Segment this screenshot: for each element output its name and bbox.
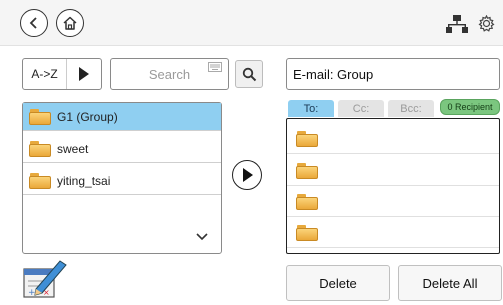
gear-icon [478, 14, 495, 32]
delete-button[interactable]: Delete [286, 265, 390, 301]
edit-group-button[interactable]: + × [22, 255, 68, 301]
folder-icon [29, 172, 51, 189]
search-button[interactable] [235, 60, 263, 88]
group-item-label: sweet [57, 141, 89, 156]
search-placeholder: Search [148, 66, 191, 82]
network-icon [446, 15, 468, 33]
svg-text:+: + [28, 288, 36, 298]
edit-pencil-icon: + × [23, 260, 67, 298]
folder-icon [29, 140, 51, 157]
sort-toggle-button[interactable]: A->Z [22, 58, 102, 90]
folder-icon [296, 130, 318, 147]
home-button[interactable] [56, 9, 84, 37]
folder-icon [29, 108, 51, 125]
network-button[interactable] [446, 15, 468, 38]
folder-icon [296, 224, 318, 241]
settings-button[interactable] [478, 14, 495, 37]
tab-cc[interactable]: Cc: [338, 100, 384, 117]
email-subject-field[interactable]: E-mail: Group [286, 58, 500, 90]
play-arrow-icon [243, 168, 253, 182]
sort-label: A->Z [23, 59, 67, 89]
group-item-label: G1 (Group) [57, 109, 118, 124]
back-button[interactable] [20, 9, 48, 37]
group-list[interactable]: G1 (Group) sweet yiting_tsai [22, 102, 222, 254]
delete-all-button[interactable]: Delete All [398, 265, 502, 301]
search-input[interactable]: Search [110, 58, 229, 90]
back-circle-icon [29, 17, 37, 29]
group-item-g1[interactable]: G1 (Group) [23, 103, 221, 131]
add-recipient-button[interactable] [232, 160, 262, 190]
chevron-down-icon[interactable] [196, 233, 208, 241]
group-item-yiting-tsai[interactable]: yiting_tsai [23, 167, 221, 195]
home-icon [63, 16, 77, 30]
recipient-count-badge: 0 Recipient [440, 99, 500, 115]
tab-bcc[interactable]: Bcc: [388, 100, 434, 117]
folder-icon [296, 193, 318, 210]
recipient-row[interactable] [287, 218, 499, 248]
sort-arrow-icon [67, 59, 101, 89]
search-icon [242, 67, 256, 81]
tab-to[interactable]: To: [288, 100, 334, 117]
keyboard-icon [208, 62, 222, 72]
recipient-list[interactable] [286, 118, 500, 254]
group-item-sweet[interactable]: sweet [23, 135, 221, 163]
group-item-label: yiting_tsai [57, 173, 111, 188]
recipient-row[interactable] [287, 187, 499, 217]
folder-icon [296, 162, 318, 179]
recipient-row[interactable] [287, 124, 499, 154]
recipient-row[interactable] [287, 156, 499, 186]
